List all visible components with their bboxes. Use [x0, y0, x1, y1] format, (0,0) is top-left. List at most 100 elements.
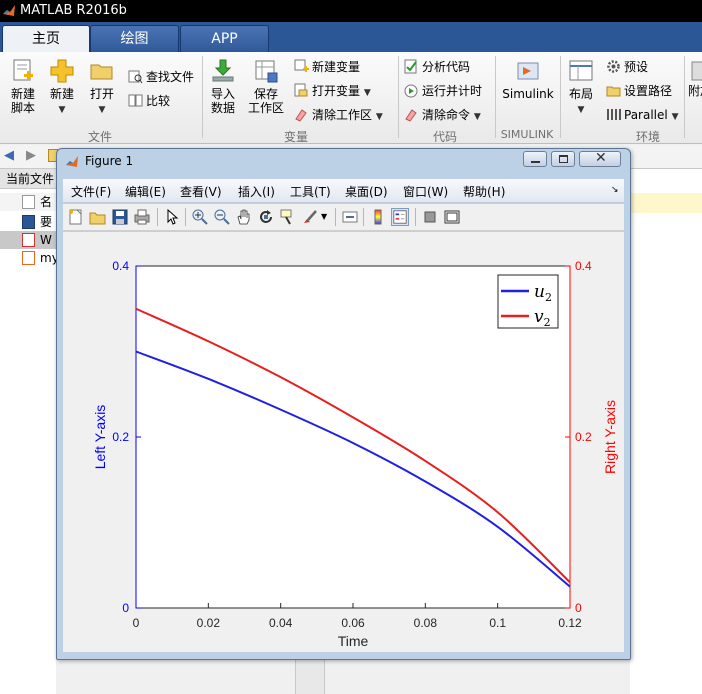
tab-apps[interactable]: APP: [180, 25, 269, 52]
compare-label: 比较: [146, 94, 171, 108]
tab-home[interactable]: 主页: [2, 25, 90, 52]
simulink-group-label: SIMULINK: [500, 128, 554, 141]
figure-title: Figure 1: [85, 154, 134, 168]
compare-icon: [128, 94, 143, 107]
data-cursor-icon[interactable]: [279, 208, 297, 226]
list-item-label: W: [40, 233, 52, 247]
new-figure-icon[interactable]: [67, 208, 85, 226]
pointer-icon[interactable]: [163, 208, 181, 226]
analyze-code-button[interactable]: 分析代码: [404, 58, 470, 76]
left-y-axis-label: Left Y-axis: [92, 405, 108, 470]
plot-svg[interactable]: 0 0.02 0.04 0.06 0.08 0.1 0.12 0 0.2 0.4 0 0.2 0.4…: [63, 232, 624, 652]
zoom-out-icon[interactable]: [213, 208, 231, 226]
toolbar-separator: [157, 208, 158, 226]
find-files-button[interactable]: 查找文件: [128, 68, 194, 86]
new-script-button[interactable]: 新建 脚本: [6, 58, 40, 115]
link-icon[interactable]: [341, 208, 359, 226]
preferences-button[interactable]: 预设: [606, 58, 648, 76]
minimize-icon: [531, 161, 540, 163]
close-button[interactable]: ✕: [579, 150, 621, 167]
layout-dropdown-icon[interactable]: ▼: [578, 105, 585, 115]
x-tick-label: 0.06: [341, 616, 365, 630]
menu-file[interactable]: 文件(F): [71, 183, 111, 200]
legend-label-v2-main: v: [534, 307, 544, 327]
command-window-area[interactable]: [630, 169, 702, 694]
clear-commands-button[interactable]: 清除命令 ▼: [404, 106, 481, 124]
open-button[interactable]: 打开 ▼: [86, 58, 118, 117]
current-folder-header: 当前文件: [0, 169, 56, 189]
minimize-button[interactable]: [523, 151, 547, 167]
save-workspace-button[interactable]: 保存 工作区: [246, 58, 286, 115]
figure-canvas[interactable]: 0 0.02 0.04 0.06 0.08 0.1 0.12 0 0.2 0.4 0 0.2 0.4…: [63, 232, 624, 652]
legend-label-u2-sub: 2: [545, 291, 552, 304]
menu-help[interactable]: 帮助(H): [463, 183, 505, 200]
rotate-icon[interactable]: [257, 208, 275, 226]
new-label: 新建: [49, 87, 74, 101]
open-variable-dropdown-icon[interactable]: ▼: [364, 88, 371, 98]
tab-plots[interactable]: 绘图: [90, 25, 179, 52]
new-dropdown-icon[interactable]: ▼: [59, 105, 66, 115]
legend-icon[interactable]: [391, 208, 409, 226]
new-button[interactable]: 新建 ▼: [46, 58, 78, 117]
layout-label: 布局: [568, 87, 593, 101]
parallel-dropdown-icon[interactable]: ▼: [672, 112, 679, 122]
menu-tools[interactable]: 工具(T): [290, 183, 331, 200]
maximize-icon: [559, 155, 568, 163]
menu-view[interactable]: 查看(V): [180, 183, 222, 200]
print-icon[interactable]: [133, 208, 151, 226]
simulink-button[interactable]: Simulink: [500, 58, 556, 101]
menu-window[interactable]: 窗口(W): [403, 183, 448, 200]
list-item[interactable]: my: [0, 249, 56, 267]
clear-commands-dropdown-icon[interactable]: ▼: [474, 112, 481, 122]
figure-title-bar[interactable]: Figure 1 ✕: [57, 149, 630, 174]
splitter[interactable]: [295, 660, 325, 694]
analyze-code-icon: [404, 59, 417, 74]
zoom-in-icon[interactable]: [191, 208, 209, 226]
import-label-2: 数据: [210, 101, 235, 115]
x-tick-label: 0.08: [414, 616, 438, 630]
compare-button[interactable]: 比较: [128, 92, 170, 110]
maximize-button[interactable]: [551, 151, 575, 167]
set-path-label: 设置路径: [624, 84, 673, 98]
forward-arrow-icon[interactable]: ▶: [26, 148, 36, 163]
new-variable-label: 新建变量: [312, 60, 361, 74]
layout-button[interactable]: 布局 ▼: [564, 58, 598, 117]
brush-dropdown-icon[interactable]: ▼: [321, 212, 327, 221]
menu-insert[interactable]: 插入(I): [238, 183, 275, 200]
ribbon-tab-bar: 主页 绘图 APP: [0, 22, 702, 52]
open-file-icon[interactable]: [89, 208, 107, 226]
open-variable-button[interactable]: 打开变量 ▼: [294, 82, 371, 100]
legend[interactable]: u2 v2: [497, 274, 559, 329]
show-plot-tools-icon[interactable]: [443, 208, 461, 226]
addons-button[interactable]: 附加: [688, 58, 702, 98]
x-tick-label: 0.02: [197, 616, 221, 630]
menu-desktop[interactable]: 桌面(D): [345, 183, 388, 200]
group-separator: [560, 56, 561, 138]
list-item[interactable]: 要: [0, 213, 56, 231]
set-path-button[interactable]: 设置路径: [606, 82, 672, 100]
import-data-button[interactable]: 导入 数据: [206, 58, 240, 115]
analyze-code-label: 分析代码: [422, 60, 471, 74]
list-item-selected[interactable]: W: [0, 231, 56, 249]
variable-group-label: 变量: [283, 130, 308, 144]
parallel-button[interactable]: Parallel ▼: [606, 106, 678, 124]
pan-icon[interactable]: [235, 208, 253, 226]
menu-dock-arrow-icon[interactable]: ↘: [611, 185, 619, 195]
clear-workspace-button[interactable]: 清除工作区 ▼: [294, 106, 383, 124]
menu-edit[interactable]: 编辑(E): [125, 183, 166, 200]
open-dropdown-icon[interactable]: ▼: [99, 105, 106, 115]
save-icon[interactable]: [111, 208, 129, 226]
new-script-label-1: 新建: [10, 87, 35, 101]
clear-workspace-dropdown-icon[interactable]: ▼: [376, 112, 383, 122]
colorbar-icon[interactable]: [369, 208, 387, 226]
left-y-tick-label: 0: [122, 601, 129, 615]
open-folder-icon: [90, 64, 113, 80]
word-file-icon: [22, 215, 35, 229]
brush-icon[interactable]: [301, 208, 319, 226]
back-arrow-icon[interactable]: ◀: [4, 148, 14, 163]
file-list-header[interactable]: 名: [0, 193, 56, 211]
simulink-label: Simulink: [502, 87, 554, 101]
new-variable-button[interactable]: 新建变量: [294, 58, 360, 76]
run-and-time-button[interactable]: 运行并计时: [404, 82, 482, 100]
hide-plot-tools-icon[interactable]: [421, 208, 439, 226]
